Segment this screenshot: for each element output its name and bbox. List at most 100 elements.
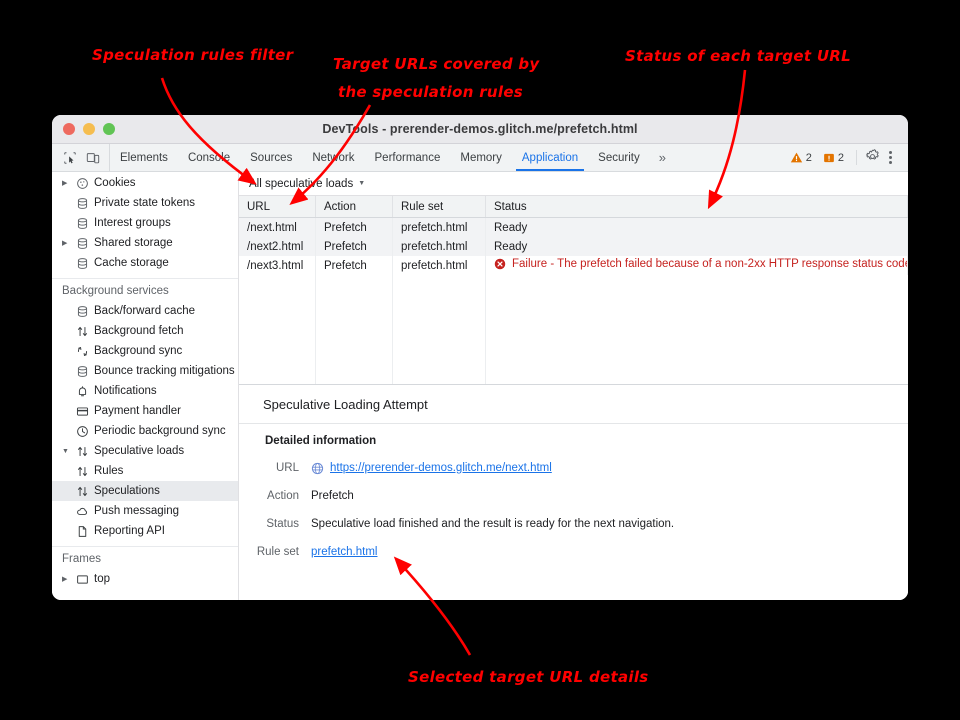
detail-row-status: Status Speculative load finished and the… (239, 513, 908, 535)
detail-ruleset-link[interactable]: prefetch.html (311, 546, 377, 558)
detail-value-ruleset: prefetch.html (311, 546, 377, 558)
sidebar-item-payment-handler[interactable]: ▶ Payment handler (52, 401, 238, 421)
cell-url: /next2.html (239, 237, 316, 256)
column-header-url[interactable]: URL (239, 196, 316, 218)
speculations-panel: All speculative loads ▼ URL Action Rule … (239, 172, 908, 600)
table-body: /next.html Prefetch prefetch.html Ready … (239, 217, 908, 384)
clock-icon (76, 425, 89, 438)
status-error: Failure - The prefetch failed because of… (494, 258, 907, 270)
tab-performance[interactable]: Performance (365, 144, 451, 171)
sidebar-label: Cache storage (94, 257, 169, 269)
sidebar-item-bounce-tracking-mitigations[interactable]: ▶ Bounce tracking mitigations (52, 361, 238, 381)
kebab-menu-icon[interactable] (883, 151, 898, 164)
updown-arrows-icon (76, 325, 89, 338)
gear-icon[interactable] (865, 148, 880, 167)
screenshot-stage: DevTools - prerender-demos.glitch.me/pre… (0, 0, 960, 720)
error-circle-icon (494, 258, 506, 270)
cell-action: Prefetch (315, 256, 393, 275)
toolbar-left-icons (52, 144, 110, 171)
sidebar-label: Private state tokens (94, 197, 195, 209)
annotation-details: Selected target URL details (408, 668, 649, 686)
sidebar-item-shared-storage[interactable]: ▶ Shared storage (52, 233, 238, 253)
annotation-targets-line1: Target URLs covered by (333, 55, 540, 73)
sidebar-item-notifications[interactable]: ▶ Notifications (52, 381, 238, 401)
cell-action: Prefetch (315, 217, 393, 237)
warning-triangle-icon (790, 152, 802, 163)
tab-memory[interactable]: Memory (450, 144, 512, 171)
database-icon (76, 305, 89, 318)
table-row[interactable]: /next2.html Prefetch prefetch.html Ready (239, 237, 908, 256)
window-title: DevTools - prerender-demos.glitch.me/pre… (322, 122, 638, 136)
sidebar-label: Payment handler (94, 405, 181, 417)
table-row[interactable]: /next.html Prefetch prefetch.html Ready (239, 217, 908, 237)
sidebar-label: Bounce tracking mitigations (94, 365, 235, 377)
speculation-filter-bar[interactable]: All speculative loads ▼ (239, 172, 908, 196)
device-toolbar-icon[interactable] (86, 151, 100, 165)
filler-cell (485, 275, 908, 384)
cell-url: /next.html (239, 217, 316, 237)
tab-security[interactable]: Security (588, 144, 650, 171)
table-filler-row (239, 275, 908, 384)
cell-url: /next3.html (239, 256, 316, 275)
sidebar-label: Speculative loads (94, 445, 185, 457)
toolbar-divider (856, 150, 857, 165)
sidebar-item-reporting-api[interactable]: ▶ Reporting API (52, 521, 238, 541)
tab-network[interactable]: Network (302, 144, 364, 171)
detail-value-action: Prefetch (311, 490, 354, 502)
issue-count: 2 (837, 151, 844, 164)
sidebar-item-cache-storage[interactable]: ▶ Cache storage (52, 253, 238, 273)
cell-status-error: Failure - The prefetch failed because of… (485, 256, 908, 275)
column-header-status[interactable]: Status (485, 196, 908, 218)
chevron-right-icon[interactable]: ▶ (62, 576, 71, 583)
table-row[interactable]: /next3.html Prefetch prefetch.html Failu… (239, 256, 908, 275)
more-tabs-button[interactable]: » (650, 144, 675, 171)
sidebar-item-private-state-tokens[interactable]: ▶ Private state tokens (52, 193, 238, 213)
warning-counter[interactable]: 2 (786, 151, 816, 164)
document-icon (76, 525, 89, 538)
column-header-action[interactable]: Action (315, 196, 393, 218)
chevron-right-icon[interactable]: ▶ (62, 180, 71, 187)
sidebar-item-back-forward-cache[interactable]: ▶ Back/forward cache (52, 301, 238, 321)
filler-cell (392, 275, 486, 384)
chevron-right-icon[interactable]: ▶ (62, 240, 71, 247)
sidebar-item-background-sync[interactable]: ▶ Background sync (52, 341, 238, 361)
frame-globe-icon (311, 462, 324, 474)
sidebar-item-top-frame[interactable]: ▶ top (52, 569, 238, 589)
toolbar-right-icons: 2 2 (786, 144, 908, 171)
inspect-element-icon[interactable] (63, 151, 77, 165)
updown-arrows-icon (76, 485, 89, 498)
speculations-table-wrapper: URL Action Rule set Status /next.html Pr… (239, 196, 908, 385)
detail-url-link[interactable]: https://prerender-demos.glitch.me/next.h… (330, 462, 552, 474)
database-icon (76, 217, 89, 230)
sidebar-item-speculations[interactable]: Speculations (52, 481, 238, 501)
speculations-table: URL Action Rule set Status /next.html Pr… (239, 196, 908, 384)
chevron-down-icon[interactable]: ▼ (358, 180, 365, 187)
cell-ruleset: prefetch.html (392, 256, 486, 275)
chevron-down-icon[interactable]: ▼ (62, 448, 71, 455)
sidebar-label: Rules (94, 465, 124, 477)
column-header-ruleset[interactable]: Rule set (392, 196, 486, 218)
filter-label: All speculative loads (249, 177, 354, 190)
detail-row-action: Action Prefetch (239, 485, 908, 507)
sidebar-item-interest-groups[interactable]: ▶ Interest groups (52, 213, 238, 233)
database-icon (76, 257, 89, 270)
annotation-filter: Speculation rules filter (92, 46, 294, 64)
detail-label-status: Status (266, 518, 299, 530)
tab-elements[interactable]: Elements (110, 144, 178, 171)
sidebar-item-periodic-background-sync[interactable]: ▶ Periodic background sync (52, 421, 238, 441)
sidebar-label: Background sync (94, 345, 183, 357)
tab-application[interactable]: Application (512, 144, 588, 171)
tab-console[interactable]: Console (178, 144, 240, 171)
sidebar-item-push-messaging[interactable]: ▶ Push messaging (52, 501, 238, 521)
issue-counter[interactable]: 2 (819, 152, 848, 164)
tab-sources[interactable]: Sources (240, 144, 302, 171)
sidebar-item-background-fetch[interactable]: ▶ Background fetch (52, 321, 238, 341)
detail-row-ruleset: Rule set prefetch.html (239, 541, 908, 563)
sidebar-item-rules[interactable]: Rules (52, 461, 238, 481)
database-icon (76, 197, 89, 210)
sidebar-item-speculative-loads[interactable]: ▼ Speculative loads (52, 441, 238, 461)
sidebar-label: top (94, 573, 110, 585)
sidebar-section-frames: Frames (62, 553, 101, 565)
sidebar-item-cookies[interactable]: ▶ Cookies (52, 173, 238, 193)
table-header: URL Action Rule set Status (239, 196, 908, 218)
